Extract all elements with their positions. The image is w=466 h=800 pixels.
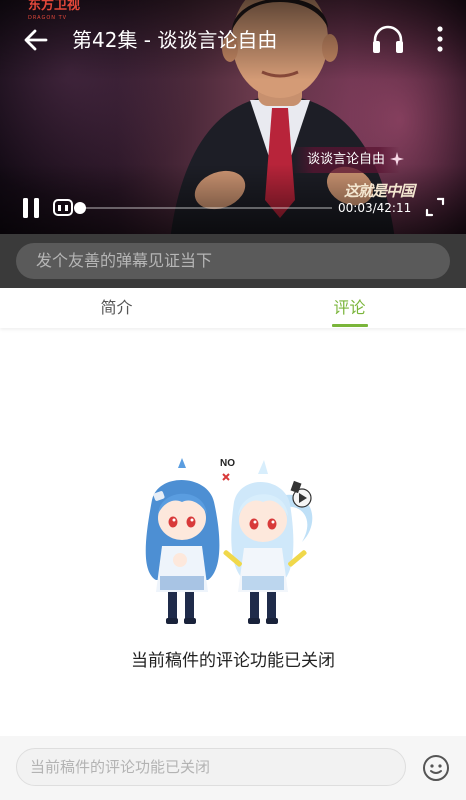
tab-bar: 简介 评论 (0, 288, 466, 328)
time-readout: 00:03/42:11 (338, 201, 412, 215)
headphones-icon[interactable] (370, 22, 406, 56)
channel-logo-subtext: DRAGON TV (28, 15, 68, 21)
on-screen-caption: 谈谈言论自由 (306, 152, 385, 167)
pause-icon[interactable] (20, 196, 42, 220)
left-mascot (145, 458, 220, 624)
danmaku-bar: 发个友善的弹幕见证当下 (0, 234, 466, 288)
video-title: 第42集 - 谈谈言论自由 (72, 28, 278, 52)
more-vertical-icon[interactable] (430, 24, 450, 54)
right-mascot (223, 460, 313, 624)
tab-comments[interactable]: 评论 (233, 288, 466, 328)
danmaku-toggle-bar (58, 205, 61, 211)
progress-bar[interactable] (74, 202, 332, 214)
no-bubble-text: NO (220, 458, 235, 469)
sparkle-icon (390, 152, 404, 166)
tab-intro[interactable]: 简介 (0, 288, 233, 328)
arrow-left-icon[interactable] (22, 26, 50, 54)
empty-state-message: 当前稿件的评论功能已关闭 (131, 651, 335, 671)
danmaku-input[interactable]: 发个友善的弹幕见证当下 (16, 243, 450, 279)
smiley-face-icon[interactable] (422, 754, 450, 782)
fullscreen-icon[interactable] (424, 196, 446, 218)
comment-bar: 当前稿件的评论功能已关闭 (0, 736, 466, 800)
channel-logo: 东方卫视 DRAGON TV (28, 0, 86, 21)
active-tab-indicator (332, 324, 368, 327)
comment-input[interactable]: 当前稿件的评论功能已关闭 (16, 748, 406, 786)
video-player[interactable]: 东方卫视 DRAGON TV 第42集 - 谈谈言论自由 谈谈言论自由 这就是中… (0, 0, 466, 234)
comments-closed-illustration: NO (145, 458, 313, 624)
channel-logo-text: 东方卫视 (28, 0, 81, 13)
danmaku-toggle-icon[interactable] (53, 199, 73, 216)
danmaku-toggle-bar (65, 205, 68, 211)
